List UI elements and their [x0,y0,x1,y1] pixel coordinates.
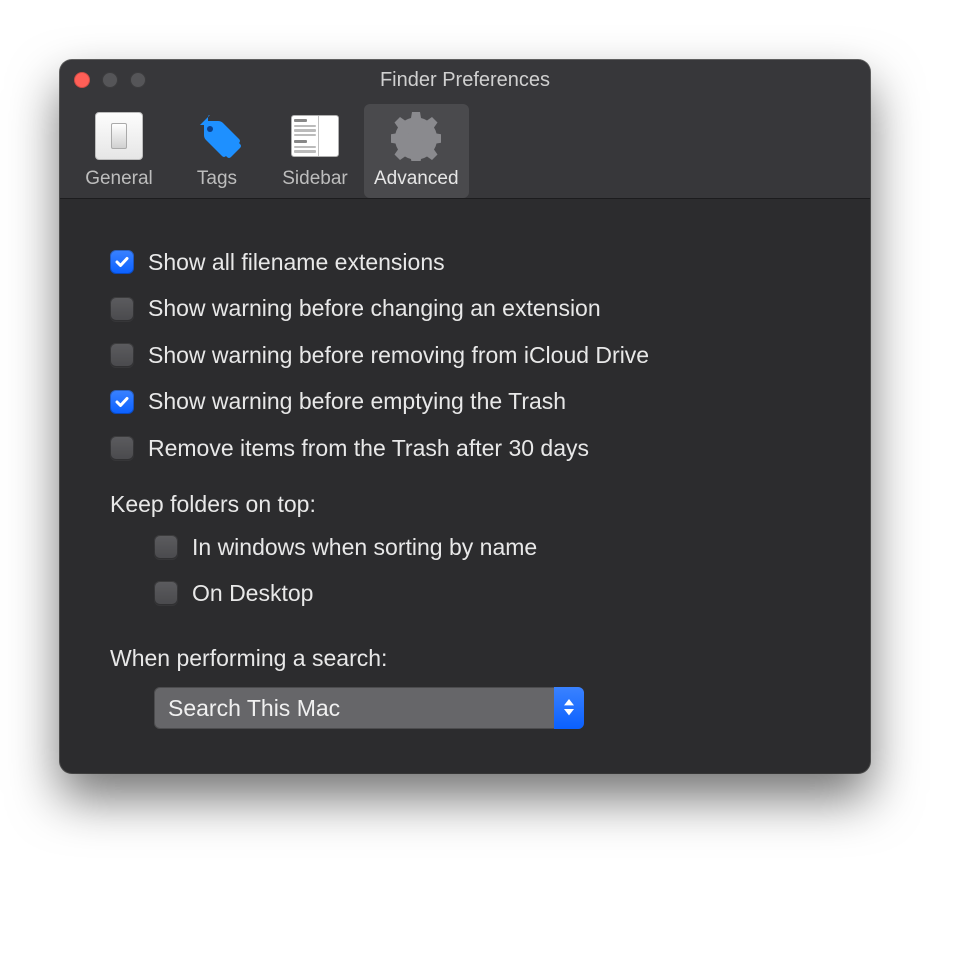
checkbox-show-extensions[interactable] [110,250,134,274]
search-scope-select[interactable]: Search This Mac [154,687,584,729]
checkbox-warn-remove-icloud-row: Show warning before removing from iCloud… [110,332,820,378]
advanced-pane: Show all filename extensions Show warnin… [60,199,870,773]
minimize-button[interactable] [102,72,118,88]
checkbox-warn-empty-trash[interactable] [110,390,134,414]
updown-icon [554,687,584,729]
tab-label: Tags [197,168,237,190]
search-heading: When performing a search: [110,617,820,677]
titlebar: Finder Preferences [60,60,870,100]
checkbox-in-windows[interactable] [154,535,178,559]
tab-general[interactable]: General [70,104,168,198]
tab-label: Advanced [374,168,459,190]
preferences-window: Finder Preferences General [60,60,870,773]
checkbox-remove-after-30-row: Remove items from the Trash after 30 day… [110,425,820,471]
checkbox-warn-change-ext-row: Show warning before changing an extensio… [110,285,820,331]
zoom-button[interactable] [130,72,146,88]
checkbox-warn-empty-trash-row: Show warning before emptying the Trash [110,378,820,424]
checkbox-warn-change-ext[interactable] [110,297,134,321]
gear-icon [391,111,441,161]
tag-icon [192,113,242,159]
window-title: Finder Preferences [380,69,550,92]
keep-on-top-heading: Keep folders on top: [110,471,820,523]
tab-advanced[interactable]: Advanced [364,104,469,198]
tab-label: General [85,168,153,190]
checkbox-remove-after-30[interactable] [110,436,134,460]
checkbox-warn-remove-icloud[interactable] [110,343,134,367]
tab-tags[interactable]: Tags [168,104,266,198]
tab-label: Sidebar [282,168,348,190]
checkbox-on-desktop-row: On Desktop [110,570,820,616]
select-value: Search This Mac [154,695,554,721]
checkbox-label: Show warning before removing from iCloud… [148,342,649,368]
checkbox-show-extensions-row: Show all filename extensions [110,239,820,285]
window-controls [74,72,146,88]
checkbox-label: In windows when sorting by name [192,534,537,560]
sidebar-icon [291,115,339,157]
checkbox-label: Remove items from the Trash after 30 day… [148,435,589,461]
checkbox-on-desktop[interactable] [154,581,178,605]
checkbox-label: Show warning before emptying the Trash [148,388,566,414]
tab-sidebar[interactable]: Sidebar [266,104,364,198]
toolbar: General Tags [60,100,870,199]
close-button[interactable] [74,72,90,88]
checkbox-label: Show all filename extensions [148,249,445,275]
checkbox-in-windows-row: In windows when sorting by name [110,524,820,570]
checkbox-label: On Desktop [192,580,313,606]
switch-icon [95,112,143,160]
checkbox-label: Show warning before changing an extensio… [148,295,601,321]
